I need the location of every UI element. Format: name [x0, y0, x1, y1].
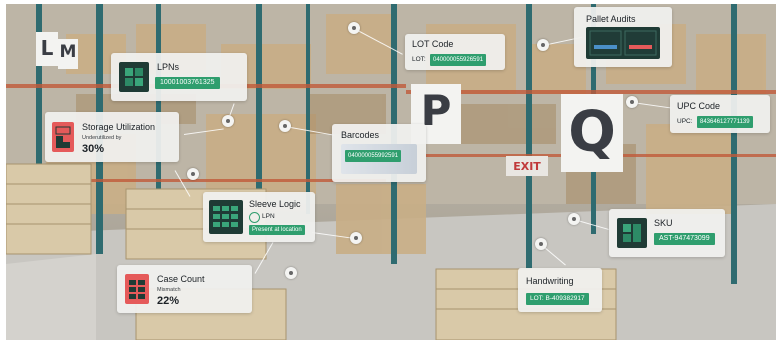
lpns-card[interactable]: LPNs 10001003761325 — [111, 53, 247, 101]
storage-icon — [52, 122, 74, 152]
lot-code-value: 040000055926591 — [430, 54, 487, 66]
anchor-dot[interactable] — [626, 96, 638, 108]
storage-value: 30% — [82, 143, 105, 155]
case-count-title: Case Count — [157, 274, 205, 284]
pallet-audits-card[interactable]: Pallet Audits — [574, 7, 672, 67]
lpns-value: 10001003761325 — [155, 77, 220, 89]
sleeve-value: Present at location — [249, 225, 305, 235]
anchor-dot[interactable] — [348, 22, 360, 34]
anchor-dot[interactable] — [285, 267, 297, 279]
anchor-dot[interactable] — [187, 168, 199, 180]
lpns-title: LPNs — [157, 62, 180, 72]
lot-code-key: LOT: — [412, 56, 426, 63]
hero-image: P Q L M EXIT LPNs 10001003761325 LOT Cod… — [0, 0, 781, 344]
upc-code-card[interactable]: UPC Code UPC: 843646127771139 — [670, 95, 770, 133]
pallet-audits-title: Pallet Audits — [586, 14, 636, 24]
upc-title: UPC Code — [677, 101, 721, 111]
lot-code-card[interactable]: LOT Code LOT: 040000055926591 — [405, 34, 505, 70]
case-count-sub: Mismatch — [157, 287, 181, 293]
check-circle-icon — [249, 212, 260, 223]
handwriting-value: LOT: B-409382917 — [526, 293, 589, 305]
sku-value: AST-947473099 — [654, 233, 715, 245]
exit-sign: EXIT — [513, 160, 541, 173]
case-icon — [125, 274, 149, 304]
storage-utilization-card[interactable]: Storage Utilization Underutilized by 30% — [45, 112, 179, 162]
sleeve-icon — [209, 200, 243, 234]
sleeve-title: Sleeve Logic — [249, 199, 301, 209]
upc-value: 843646127771139 — [697, 116, 753, 128]
storage-sub: Underutilized by — [82, 135, 122, 141]
barcodes-card[interactable]: Barcodes 040000055992591 — [332, 124, 426, 182]
sleeve-check-label: LPN — [262, 213, 275, 220]
anchor-dot[interactable] — [568, 213, 580, 225]
case-count-value: 22% — [157, 295, 180, 307]
sleeve-logic-card[interactable]: Sleeve Logic LPN Present at location — [203, 192, 315, 242]
aisle-sign-m: M — [59, 42, 77, 62]
upc-key: UPC: — [677, 118, 693, 125]
handwriting-title: Handwriting — [526, 276, 574, 286]
case-count-card[interactable]: Case Count Mismatch 22% — [117, 265, 252, 313]
anchor-dot[interactable] — [222, 115, 234, 127]
barcodes-value: 040000055992591 — [345, 150, 402, 162]
sku-icon — [617, 218, 647, 248]
aisle-sign-q: Q — [568, 100, 616, 165]
grid-icon — [119, 62, 149, 92]
handwriting-card[interactable]: Handwriting LOT: B-409382917 — [518, 268, 602, 312]
pallet-icon — [586, 27, 660, 59]
sku-title: SKU — [654, 218, 673, 228]
anchor-dot[interactable] — [537, 39, 549, 51]
sku-card[interactable]: SKU AST-947473099 — [609, 209, 725, 257]
aisle-sign-l: L — [40, 36, 54, 60]
anchor-dot[interactable] — [350, 232, 362, 244]
barcodes-title: Barcodes — [341, 130, 380, 140]
anchor-dot[interactable] — [279, 120, 291, 132]
lot-code-title: LOT Code — [412, 39, 454, 49]
storage-title: Storage Utilization — [82, 122, 156, 132]
anchor-dot[interactable] — [535, 238, 547, 250]
